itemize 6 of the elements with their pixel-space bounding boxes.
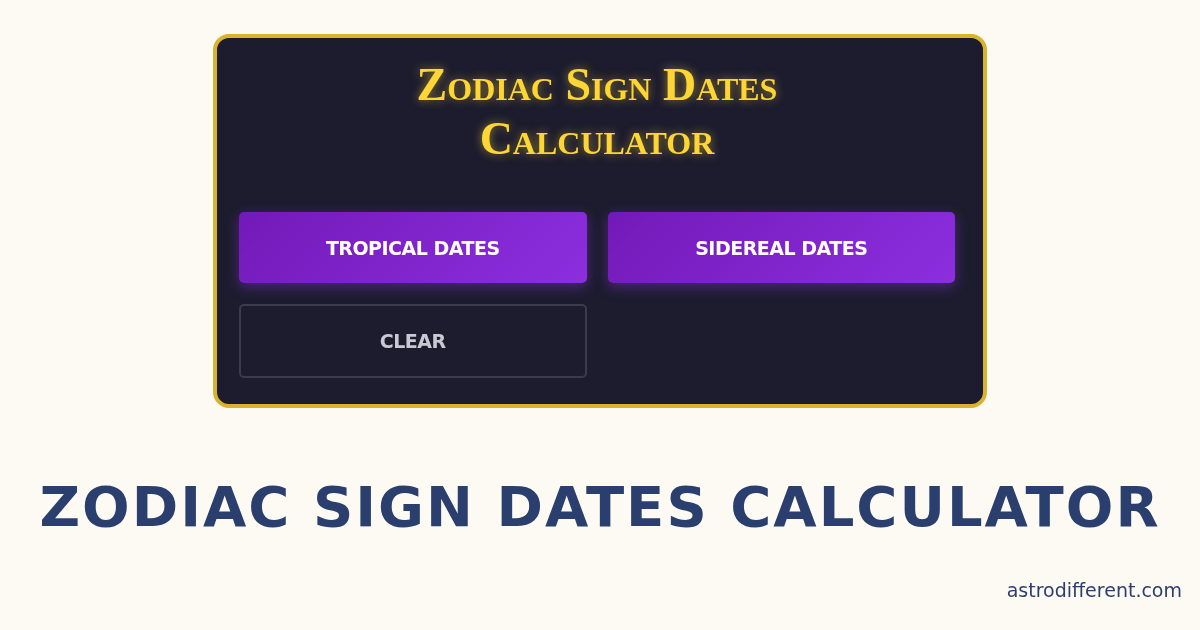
dates-button[interactable]: SIDEREAL DATES — [607, 212, 955, 283]
headline: ZODIAC SIGN DATES CALCULATOR — [39, 474, 1161, 539]
site-name: astrodifferent.com — [1006, 579, 1182, 601]
clear-button[interactable]: CLEAR — [239, 304, 587, 378]
calculator-title: Zodiac Sign Dates Calculator — [415, 58, 779, 166]
dates-button[interactable]: TROPICAL DATES — [239, 212, 587, 283]
